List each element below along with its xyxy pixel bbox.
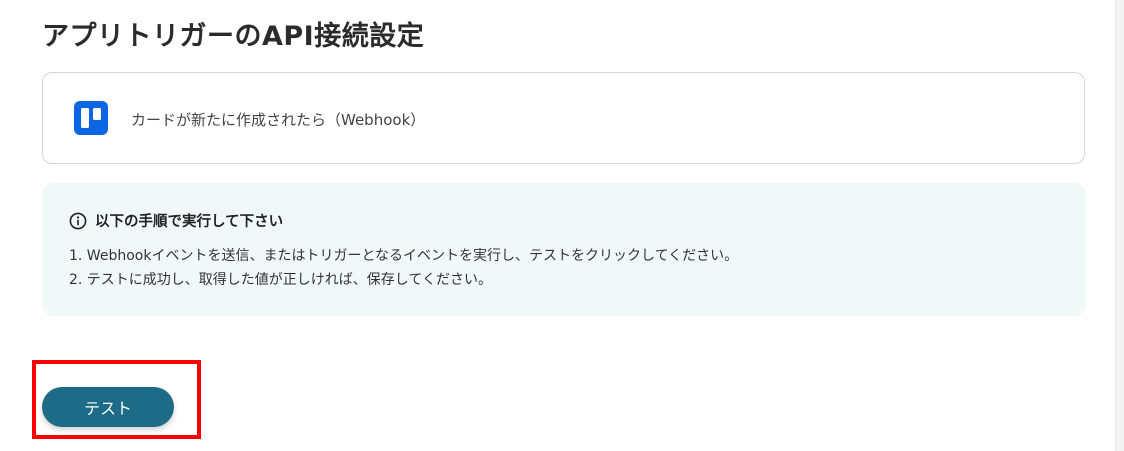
highlight-annotation [32,360,201,439]
scrollbar[interactable] [1115,0,1124,451]
api-settings-page: アプリトリガーのAPI接続設定 カードが新たに作成されたら（Webhook） 以… [0,0,1116,451]
trigger-label: カードが新たに作成されたら（Webhook） [131,111,426,129]
instructions-heading: 以下の手順で実行して下さい [69,210,283,231]
instruction-step: 1. Webhookイベントを送信、またはトリガーとなるイベントを実行し、テスト… [69,248,739,264]
trello-icon [74,101,108,135]
page-title: アプリトリガーのAPI接続設定 [42,21,425,52]
instruction-step: 2. テストに成功し、取得した値が正しければ、保存してください。 [69,272,492,288]
trigger-card: カードが新たに作成されたら（Webhook） [42,72,1085,164]
instructions-box: 以下の手順で実行して下さい 1. Webhookイベントを送信、またはトリガーと… [42,183,1086,316]
info-circle-icon [69,212,87,229]
instructions-heading-text: 以下の手順で実行して下さい [95,214,284,230]
